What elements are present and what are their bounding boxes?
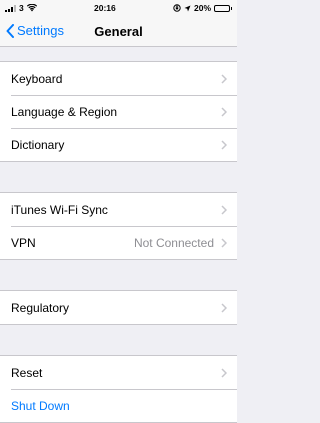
group-spacing	[0, 162, 237, 192]
carrier-name: 3	[19, 3, 24, 13]
row-itunes-wifi-sync[interactable]: iTunes Wi-Fi Sync	[0, 193, 237, 226]
chevron-right-icon	[221, 106, 227, 117]
status-bar: 3 20:16 20%	[0, 0, 237, 16]
settings-group-power: Reset Shut Down	[0, 355, 237, 423]
group-spacing	[0, 260, 237, 290]
row-vpn[interactable]: VPN Not Connected	[0, 226, 237, 259]
settings-group-network: iTunes Wi-Fi Sync VPN Not Connected	[0, 192, 237, 260]
battery-icon	[214, 4, 232, 12]
row-label: Shut Down	[11, 398, 70, 413]
row-label: Language & Region	[11, 104, 118, 119]
row-regulatory[interactable]: Regulatory	[0, 291, 237, 324]
page-title: General	[94, 24, 143, 39]
chevron-right-icon	[221, 367, 227, 378]
orientation-lock-icon	[173, 4, 181, 12]
vpn-status: Not Connected	[133, 235, 214, 250]
chevron-right-icon	[221, 73, 227, 84]
row-language-region[interactable]: Language & Region	[0, 95, 237, 128]
location-arrow-icon	[184, 5, 191, 11]
chevron-right-icon	[221, 237, 227, 248]
row-reset[interactable]: Reset	[0, 356, 237, 389]
signal-bars-icon	[5, 4, 16, 12]
row-label: VPN	[11, 235, 36, 250]
settings-group-input: Keyboard Language & Region Dictionary	[0, 61, 237, 162]
top-spacing	[0, 47, 237, 61]
row-label: Dictionary	[11, 137, 65, 152]
row-label: Reset	[11, 365, 43, 380]
status-right: 20%	[173, 3, 232, 13]
chevron-right-icon	[221, 302, 227, 313]
row-label: iTunes Wi-Fi Sync	[11, 202, 108, 217]
navigation-bar: Settings General	[0, 16, 237, 47]
status-left: 3	[5, 3, 37, 13]
settings-group-regulatory: Regulatory	[0, 290, 237, 325]
chevron-right-icon	[221, 204, 227, 215]
battery-percentage: 20%	[193, 3, 211, 13]
row-label: Regulatory	[11, 300, 70, 315]
wifi-icon	[26, 4, 37, 12]
row-label: Keyboard	[11, 71, 63, 86]
chevron-right-icon	[221, 139, 227, 150]
row-keyboard[interactable]: Keyboard	[0, 62, 237, 95]
shut-down-button[interactable]: Shut Down	[0, 389, 237, 422]
row-dictionary[interactable]: Dictionary	[0, 128, 237, 161]
status-time: 20:16	[93, 3, 116, 13]
group-spacing	[0, 325, 237, 355]
